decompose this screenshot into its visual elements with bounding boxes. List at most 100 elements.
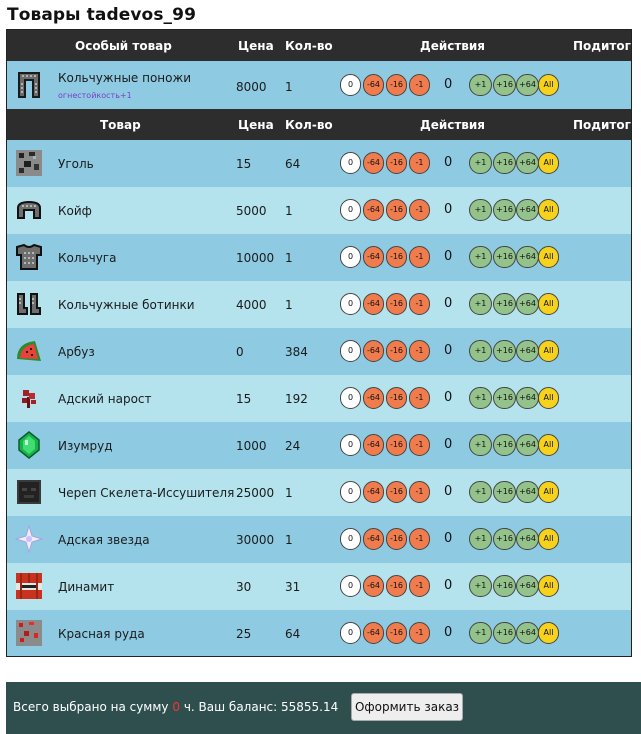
btn-minus-64[interactable]: -64 [363,152,384,174]
btn-minus-1[interactable]: -1 [409,246,430,268]
btn-plus-1[interactable]: +1 [469,387,492,409]
btn-zero[interactable]: 0 [340,575,361,597]
btn-minus-16[interactable]: -16 [386,387,407,409]
item-row: Адский нарост 15 192 0 -64 -16 -1 0 +1 +16 +64 All [7,375,631,422]
btn-plus-1[interactable]: +1 [469,293,492,315]
btn-minus-64[interactable]: -64 [363,434,384,456]
btn-all[interactable]: All [538,293,559,315]
btn-all[interactable]: All [538,622,559,644]
btn-plus-1[interactable]: +1 [469,199,492,221]
btn-minus-1[interactable]: -1 [409,528,430,550]
special-btn-minus-64[interactable]: -64 [363,74,384,96]
btn-plus-64[interactable]: +64 [516,434,539,456]
special-btn-minus-16[interactable]: -16 [386,74,407,96]
btn-plus-64[interactable]: +64 [516,481,539,503]
btn-plus-1[interactable]: +1 [469,246,492,268]
btn-plus-16[interactable]: +16 [493,622,516,644]
btn-minus-16[interactable]: -16 [386,434,407,456]
btn-plus-16[interactable]: +16 [493,434,516,456]
btn-all[interactable]: All [538,434,559,456]
btn-all[interactable]: All [538,152,559,174]
btn-minus-64[interactable]: -64 [363,199,384,221]
btn-all[interactable]: All [538,246,559,268]
btn-minus-16[interactable]: -16 [386,293,407,315]
btn-plus-64[interactable]: +64 [516,340,539,362]
btn-zero[interactable]: 0 [340,528,361,550]
btn-plus-1[interactable]: +1 [469,622,492,644]
btn-minus-16[interactable]: -16 [386,528,407,550]
btn-minus-1[interactable]: -1 [409,622,430,644]
item-price: 25000 [236,486,275,500]
btn-plus-16[interactable]: +16 [493,246,516,268]
btn-all[interactable]: All [538,387,559,409]
special-btn-plus-1[interactable]: +1 [469,74,492,96]
btn-plus-1[interactable]: +1 [469,575,492,597]
btn-minus-64[interactable]: -64 [363,528,384,550]
btn-minus-1[interactable]: -1 [409,152,430,174]
btn-plus-1[interactable]: +1 [469,481,492,503]
btn-minus-16[interactable]: -16 [386,340,407,362]
btn-plus-64[interactable]: +64 [516,575,539,597]
btn-plus-16[interactable]: +16 [493,152,516,174]
btn-plus-16[interactable]: +16 [493,340,516,362]
special-btn-plus-16[interactable]: +16 [493,74,516,96]
place-order-button[interactable]: Оформить заказ [351,693,463,721]
btn-minus-16[interactable]: -16 [386,622,407,644]
btn-plus-16[interactable]: +16 [493,528,516,550]
btn-plus-16[interactable]: +16 [493,387,516,409]
btn-minus-64[interactable]: -64 [363,622,384,644]
special-btn-plus-64[interactable]: +64 [516,74,539,96]
btn-minus-64[interactable]: -64 [363,340,384,362]
btn-plus-64[interactable]: +64 [516,293,539,315]
btn-minus-1[interactable]: -1 [409,434,430,456]
btn-all[interactable]: All [538,199,559,221]
btn-plus-1[interactable]: +1 [469,340,492,362]
btn-zero[interactable]: 0 [340,246,361,268]
btn-minus-64[interactable]: -64 [363,575,384,597]
btn-minus-64[interactable]: -64 [363,293,384,315]
btn-minus-16[interactable]: -16 [386,199,407,221]
btn-plus-16[interactable]: +16 [493,199,516,221]
btn-minus-64[interactable]: -64 [363,246,384,268]
btn-plus-16[interactable]: +16 [493,481,516,503]
special-btn-all[interactable]: All [538,74,559,96]
btn-minus-1[interactable]: -1 [409,387,430,409]
btn-all[interactable]: All [538,481,559,503]
btn-minus-1[interactable]: -1 [409,293,430,315]
special-btn-zero[interactable]: 0 [340,74,361,96]
btn-plus-64[interactable]: +64 [516,246,539,268]
btn-plus-64[interactable]: +64 [516,152,539,174]
btn-minus-1[interactable]: -1 [409,481,430,503]
btn-plus-1[interactable]: +1 [469,434,492,456]
btn-zero[interactable]: 0 [340,481,361,503]
btn-minus-64[interactable]: -64 [363,481,384,503]
btn-zero[interactable]: 0 [340,340,361,362]
btn-plus-1[interactable]: +1 [469,152,492,174]
btn-zero[interactable]: 0 [340,622,361,644]
btn-all[interactable]: All [538,575,559,597]
btn-minus-16[interactable]: -16 [386,481,407,503]
btn-zero[interactable]: 0 [340,434,361,456]
btn-minus-1[interactable]: -1 [409,575,430,597]
btn-minus-16[interactable]: -16 [386,575,407,597]
btn-plus-16[interactable]: +16 [493,293,516,315]
btn-zero[interactable]: 0 [340,199,361,221]
btn-plus-64[interactable]: +64 [516,199,539,221]
btn-minus-1[interactable]: -1 [409,199,430,221]
btn-zero[interactable]: 0 [340,387,361,409]
item-count: 0 [444,390,453,405]
btn-minus-16[interactable]: -16 [386,246,407,268]
btn-minus-1[interactable]: -1 [409,340,430,362]
btn-plus-64[interactable]: +64 [516,528,539,550]
btn-all[interactable]: All [538,340,559,362]
btn-minus-16[interactable]: -16 [386,152,407,174]
btn-plus-16[interactable]: +16 [493,575,516,597]
special-btn-minus-1[interactable]: -1 [409,74,430,96]
btn-plus-64[interactable]: +64 [516,387,539,409]
btn-zero[interactable]: 0 [340,152,361,174]
btn-plus-64[interactable]: +64 [516,622,539,644]
btn-minus-64[interactable]: -64 [363,387,384,409]
btn-plus-1[interactable]: +1 [469,528,492,550]
btn-all[interactable]: All [538,528,559,550]
btn-zero[interactable]: 0 [340,293,361,315]
